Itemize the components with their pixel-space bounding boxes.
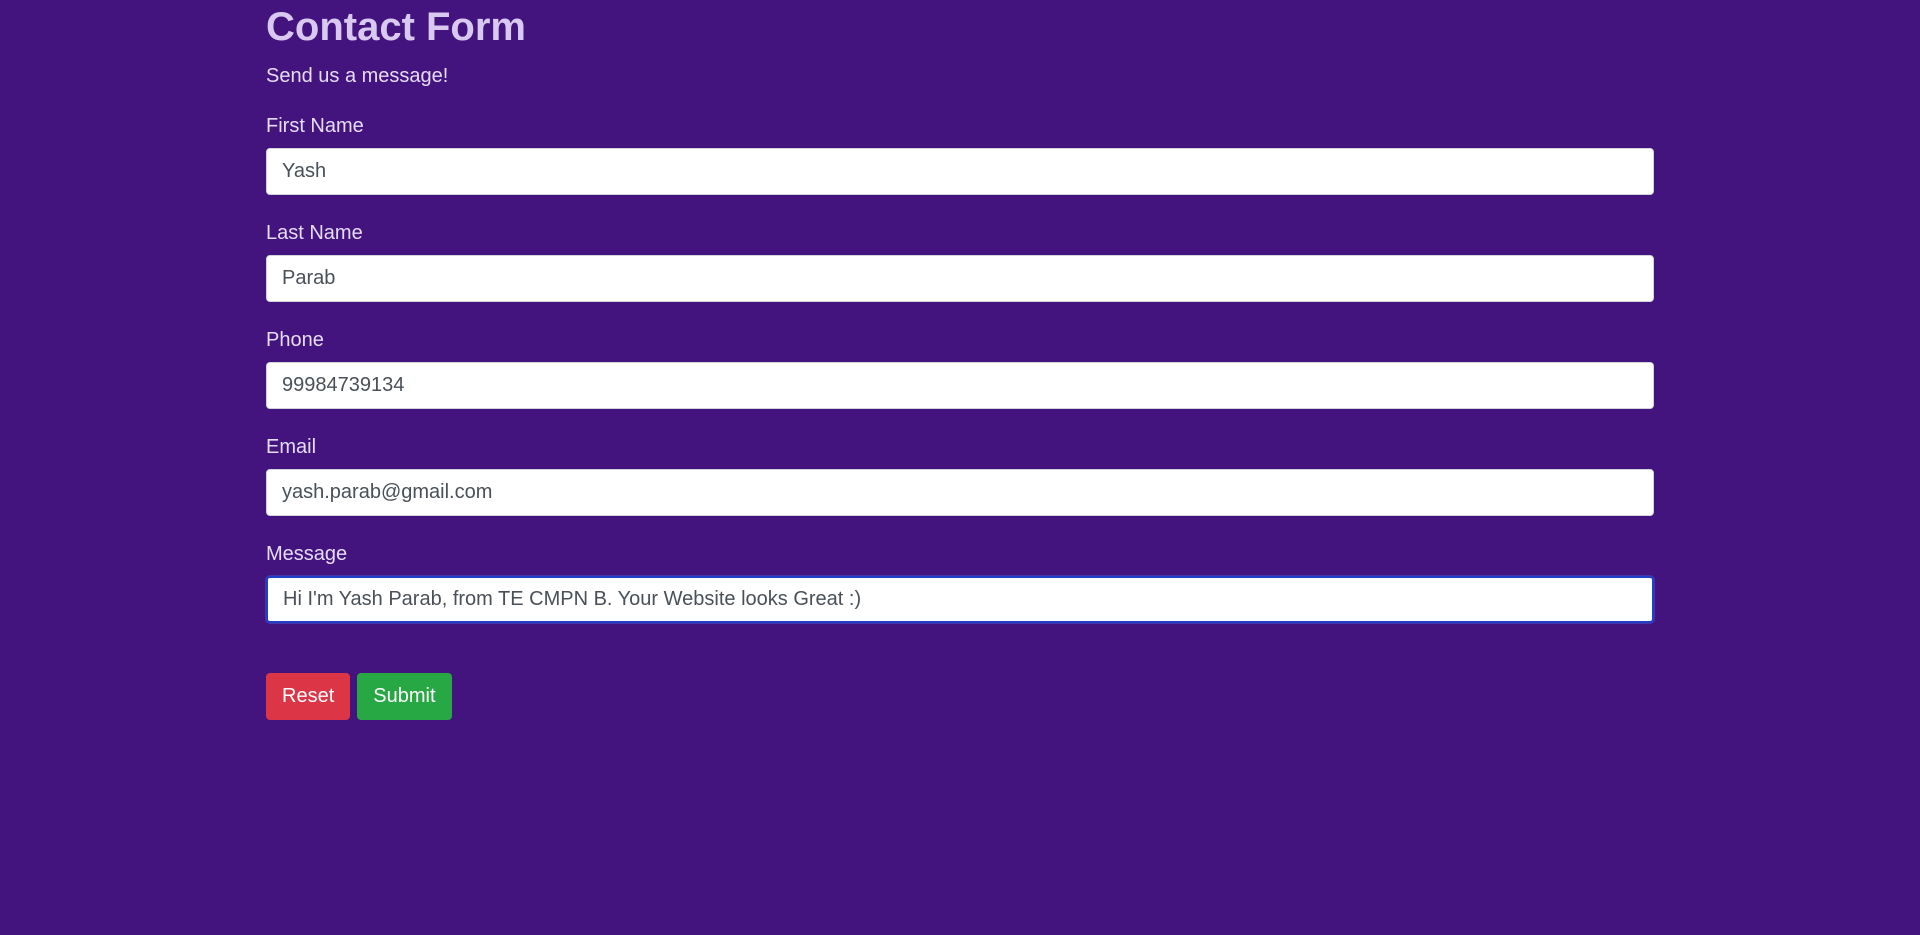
reset-button[interactable]: Reset [266, 673, 351, 720]
form-actions: Reset Submit [266, 673, 1654, 720]
message-group: Message [266, 542, 1654, 623]
contact-form-container: Contact Form Send us a message! First Na… [266, 0, 1654, 720]
message-label: Message [266, 543, 348, 565]
page-subtitle: Send us a message! [266, 65, 449, 87]
submit-button[interactable]: Submit [357, 673, 452, 720]
page: Contact Form Send us a message! First Na… [0, 0, 1920, 935]
phone-input[interactable] [266, 362, 1654, 409]
last-name-input[interactable] [266, 255, 1654, 302]
phone-label: Phone [266, 329, 324, 351]
first-name-group: First Name [266, 114, 1654, 195]
last-name-label: Last Name [266, 222, 363, 244]
email-group: Email [266, 435, 1654, 516]
last-name-group: Last Name [266, 221, 1654, 302]
first-name-label: First Name [266, 115, 364, 137]
message-input[interactable] [266, 576, 1654, 623]
email-label: Email [266, 436, 317, 458]
first-name-input[interactable] [266, 148, 1654, 195]
email-input[interactable] [266, 469, 1654, 516]
phone-group: Phone [266, 328, 1654, 409]
page-title: Contact Form [266, 5, 526, 49]
